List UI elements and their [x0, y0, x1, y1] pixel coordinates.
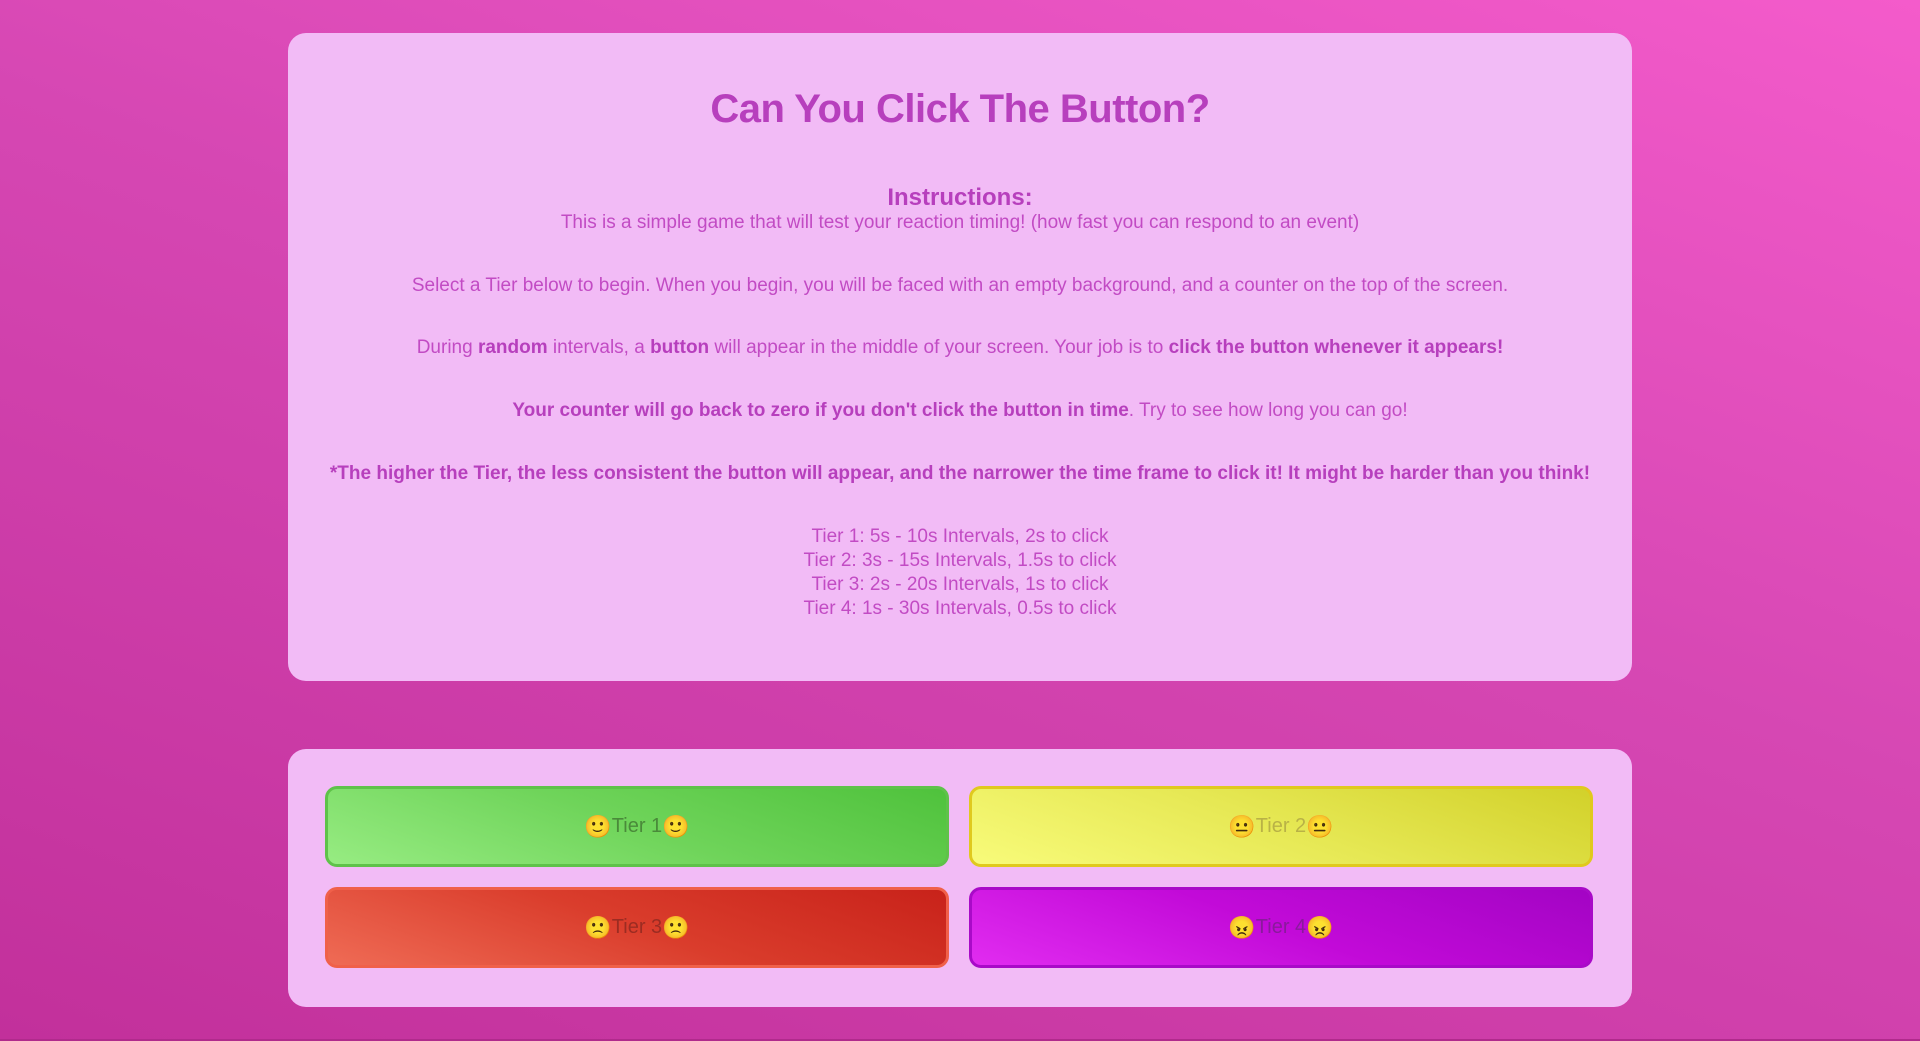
tiers-list: Tier 1: 5s - 10s Intervals, 2s to click …	[328, 525, 1592, 621]
counter-text: . Try to see how long you can go!	[1128, 400, 1408, 421]
instructions-card: Can You Click The Button? Instructions: …	[288, 33, 1632, 681]
instructions-intro: This is a simple game that will test you…	[560, 212, 1360, 233]
during-text-1: During	[416, 337, 478, 358]
tier-4-button[interactable]: 😠 Tier 4 😠	[969, 887, 1593, 968]
neutral-face-icon: 😐	[1228, 813, 1256, 839]
instructions-heading: Instructions:	[887, 184, 1033, 211]
slightly-frowning-face-icon: 🙁	[584, 914, 612, 940]
angry-face-icon: 😠	[1228, 914, 1256, 940]
angry-face-icon: 😠	[1306, 914, 1334, 940]
during-bold-random: random	[477, 337, 548, 358]
tier-info-3: Tier 3: 2s - 20s Intervals, 1s to click	[811, 574, 1109, 595]
slightly-smiling-face-icon: 🙂	[662, 813, 690, 839]
tier-1-button[interactable]: 🙂 Tier 1 🙂	[325, 786, 949, 867]
tier-2-button[interactable]: 😐 Tier 2 😐	[969, 786, 1593, 867]
instructions-counter: Your counter will go back to zero if you…	[328, 399, 1592, 423]
instructions-note: *The higher the Tier, the less consisten…	[329, 463, 1591, 484]
tier-4-label: Tier 4	[1255, 916, 1307, 938]
during-bold-button: button	[650, 337, 710, 358]
tier-info-2: Tier 2: 3s - 15s Intervals, 1.5s to clic…	[803, 550, 1117, 571]
counter-bold: Your counter will go back to zero if you…	[512, 400, 1129, 421]
slightly-smiling-face-icon: 🙂	[584, 813, 612, 839]
page-title: Can You Click The Button?	[710, 87, 1210, 131]
tier-info-4: Tier 4: 1s - 30s Intervals, 0.5s to clic…	[803, 598, 1117, 619]
neutral-face-icon: 😐	[1306, 813, 1334, 839]
tier-1-label: Tier 1	[611, 815, 663, 837]
tier-2-label: Tier 2	[1255, 815, 1307, 837]
during-bold-click: click the button whenever it appears!	[1168, 337, 1504, 358]
instructions-during: During random intervals, a button will a…	[328, 336, 1592, 360]
tier-3-button[interactable]: 🙁 Tier 3 🙁	[325, 887, 949, 968]
during-text-2: intervals, a	[547, 337, 651, 358]
instructions-select: Select a Tier below to begin. When you b…	[411, 275, 1509, 296]
slightly-frowning-face-icon: 🙁	[662, 914, 690, 940]
tier-buttons-card: 🙂 Tier 1 🙂 😐 Tier 2 😐 🙁 Tier 3 🙁 😠 Tier 4 😠	[288, 749, 1632, 1007]
tier-info-1: Tier 1: 5s - 10s Intervals, 2s to click	[811, 526, 1109, 547]
during-text-3: will appear in the middle of your screen…	[709, 337, 1169, 358]
tier-3-label: Tier 3	[611, 916, 663, 938]
